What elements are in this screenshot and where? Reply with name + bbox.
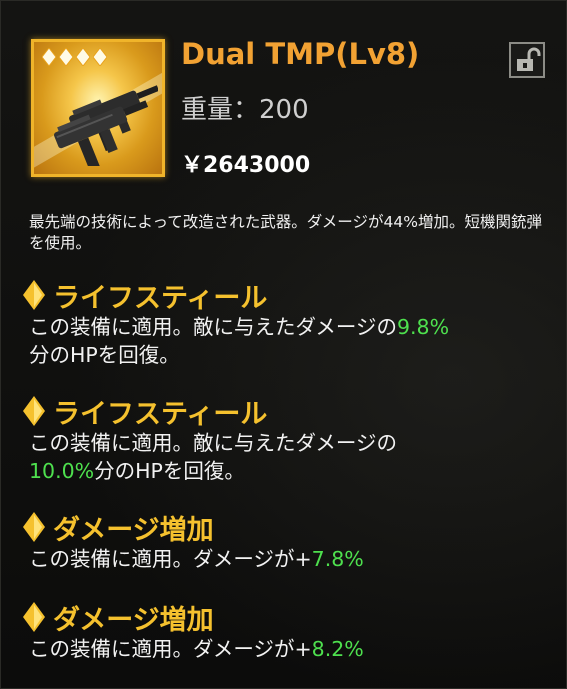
effect-title: ライフスティール bbox=[53, 282, 268, 314]
effect-text: この装備に適用。ダメージが+7.8% bbox=[29, 547, 364, 571]
effect-header: ライフスティール bbox=[23, 393, 553, 430]
effect-header: ダメージ増加 bbox=[23, 599, 553, 636]
effect-text: この装備に適用。敵に与えたダメージの 10.0%分のHPを回復。 bbox=[29, 431, 397, 483]
item-tooltip-panel: Dual TMP(Lv8) 重量：200 ￥2643000 最先端の技術によって… bbox=[0, 0, 567, 689]
effect-diamond-icon bbox=[23, 602, 45, 632]
effect-header: ダメージ増加 bbox=[23, 509, 553, 546]
rarity-diamond-icon bbox=[76, 48, 90, 66]
effect-value: 7.8% bbox=[311, 547, 364, 571]
effect-block: ダメージ増加 この装備に適用。ダメージが+7.8% bbox=[23, 509, 553, 573]
rarity-diamond-icon bbox=[59, 48, 73, 66]
submachine-gun-icon bbox=[53, 85, 158, 166]
rarity-diamond-icon bbox=[93, 48, 107, 66]
padlock-open-icon bbox=[517, 47, 541, 71]
effect-block: ダメージ増加 この装備に適用。ダメージが+8.2% bbox=[23, 599, 553, 663]
effect-text: この装備に適用。ダメージが+8.2% bbox=[29, 637, 364, 661]
effect-title: ライフスティール bbox=[53, 398, 268, 430]
effect-value: 9.8% bbox=[396, 315, 450, 339]
item-name: Dual TMP(Lv8) bbox=[181, 37, 420, 71]
effect-header: ライフスティール bbox=[23, 277, 553, 314]
rarity-diamond-icon bbox=[42, 48, 56, 66]
effect-value: 8.2% bbox=[311, 637, 364, 661]
effect-diamond-icon bbox=[23, 280, 45, 310]
effect-title: ダメージ増加 bbox=[53, 514, 214, 546]
effect-diamond-icon bbox=[23, 512, 45, 542]
effect-title: ダメージ増加 bbox=[53, 604, 214, 636]
item-description: 最先端の技術によって改造された武器。ダメージが44%増加。短機関銃弾を使用。 bbox=[29, 213, 542, 252]
lock-toggle-button[interactable] bbox=[509, 42, 545, 78]
rarity-stars bbox=[42, 48, 107, 66]
effect-diamond-icon bbox=[23, 396, 45, 426]
effect-text: この装備に適用。敵に与えたダメージの9.8% 分のHPを回復。 bbox=[29, 315, 450, 367]
effect-value: 10.0% bbox=[29, 459, 95, 483]
item-thumbnail bbox=[31, 39, 165, 177]
effect-block: ライフスティール この装備に適用。敵に与えたダメージの 10.0%分のHPを回復。 bbox=[23, 393, 553, 485]
item-price: ￥2643000 bbox=[181, 153, 311, 178]
effect-block: ライフスティール この装備に適用。敵に与えたダメージの9.8% 分のHPを回復。 bbox=[23, 277, 553, 369]
item-weight: 重量：200 bbox=[181, 95, 309, 125]
